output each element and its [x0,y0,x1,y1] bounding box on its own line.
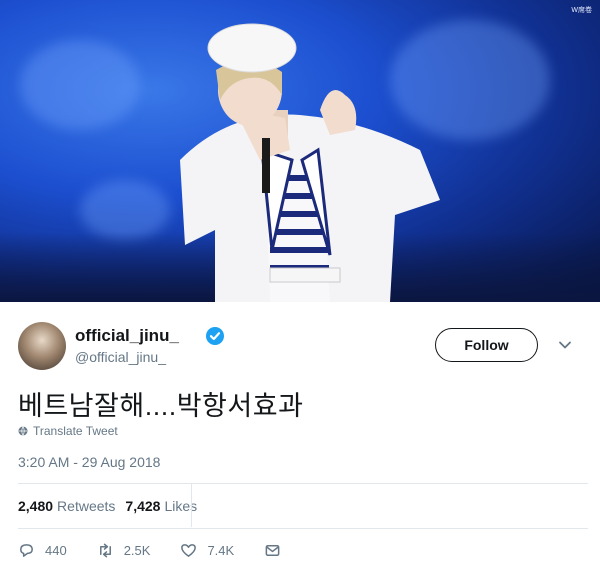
tweet-text: 베트남잘해....박항서효과 [18,391,304,421]
like-count: 7.4K [207,543,235,558]
retweet-icon [99,543,111,558]
performer-figure [180,23,440,302]
retweet-button[interactable]: 2.5K [97,542,151,559]
retweets-stat[interactable]: 2,480 Retweets [18,498,115,514]
watermark: W席卷 [571,7,592,14]
like-button[interactable]: 7.4K [180,542,234,559]
timestamp[interactable]: 3:20 AM - 29 Aug 2018 [18,454,160,470]
likes-count: 7,428 [125,498,161,514]
likes-stat[interactable]: 7,428 Likes [125,498,197,514]
tweet-photo[interactable]: W席卷 [0,0,600,302]
stats-separator [191,483,192,527]
globe-icon [18,426,28,436]
tweet-header: official_jinu_ @official_jinu_ Follow [18,320,588,376]
tweet-stats: 2,480 Retweets 7,428 Likes [18,498,197,514]
reply-count: 440 [45,543,67,558]
avatar[interactable] [18,322,66,370]
handle[interactable]: @official_jinu_ [75,349,166,365]
chevron-down-icon[interactable] [558,338,572,352]
translate-label[interactable]: Translate Tweet [33,424,118,438]
verified-icon [206,327,224,345]
retweets-label: Retweets [57,498,116,514]
reply-icon [20,544,33,557]
translate-tweet[interactable]: Translate Tweet [18,424,118,438]
display-name[interactable]: official_jinu_ [75,326,179,346]
message-icon [265,545,280,556]
divider [18,528,588,529]
reply-button[interactable]: 440 [18,542,67,559]
follow-button[interactable]: Follow [435,328,538,362]
retweet-count: 2.5K [123,543,151,558]
divider [18,483,588,484]
likes-label: Likes [164,498,198,514]
message-button[interactable] [264,542,281,559]
retweets-count: 2,480 [18,498,54,514]
like-icon [181,544,197,557]
tweet-actions: 440 2.5K 7.4K [18,542,311,559]
